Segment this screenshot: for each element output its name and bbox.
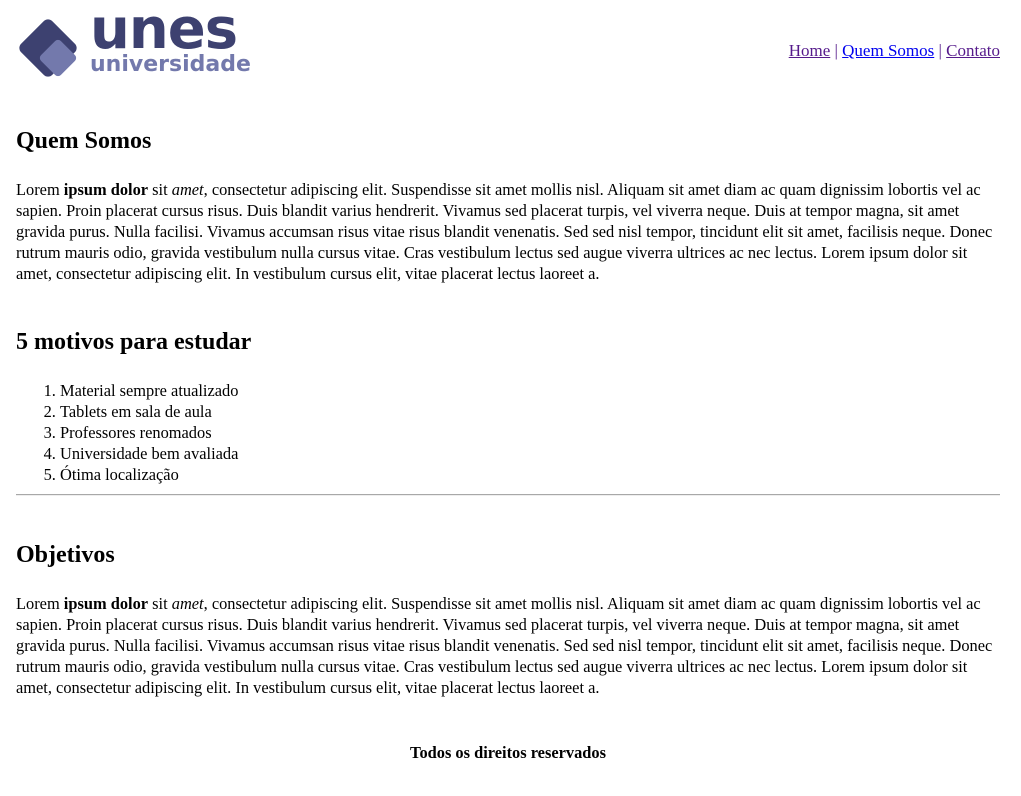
section-title-objetivos: Objetivos: [16, 542, 115, 568]
nav-separator: |: [834, 41, 838, 60]
list-item: Ótima localização: [60, 464, 238, 485]
section-title-quem-somos: Quem Somos: [16, 128, 152, 154]
section-title-motivos: 5 motivos para estudar: [16, 329, 252, 355]
nav-link-quem-somos[interactable]: Quem Somos: [842, 41, 934, 60]
list-item: Material sempre atualizado: [60, 380, 238, 401]
logo-wordmark: unes: [90, 0, 238, 62]
list-item: Professores renomados: [60, 422, 238, 443]
logo-subtitle: universidade: [90, 52, 251, 77]
motivos-list: Material sempre atualizado Tablets em sa…: [16, 380, 238, 485]
list-item: Universidade bem avaliada: [60, 443, 238, 464]
nav-separator: |: [938, 41, 942, 60]
nav-link-home[interactable]: Home: [789, 41, 831, 60]
paragraph-objetivos: Lorem ipsum dolor sit amet, consectetur …: [16, 594, 993, 697]
site-footer: Todos os direitos reservados: [410, 743, 606, 762]
horizontal-divider: [16, 494, 1000, 496]
page: unes universidade Home | Quem Somos | Co…: [16, 0, 1000, 762]
nav-link-contato[interactable]: Contato: [946, 41, 1000, 60]
list-item: Tablets em sala de aula: [60, 401, 238, 422]
site-header: unes universidade Home | Quem Somos | Co…: [16, 0, 1000, 100]
paragraph-quem-somos: Lorem ipsum dolor sit amet, consectetur …: [16, 180, 993, 283]
logo-diamond-icon: [19, 19, 77, 77]
main-nav: Home | Quem Somos | Contato: [789, 41, 1000, 61]
unes-logo[interactable]: unes universidade: [16, 2, 252, 82]
